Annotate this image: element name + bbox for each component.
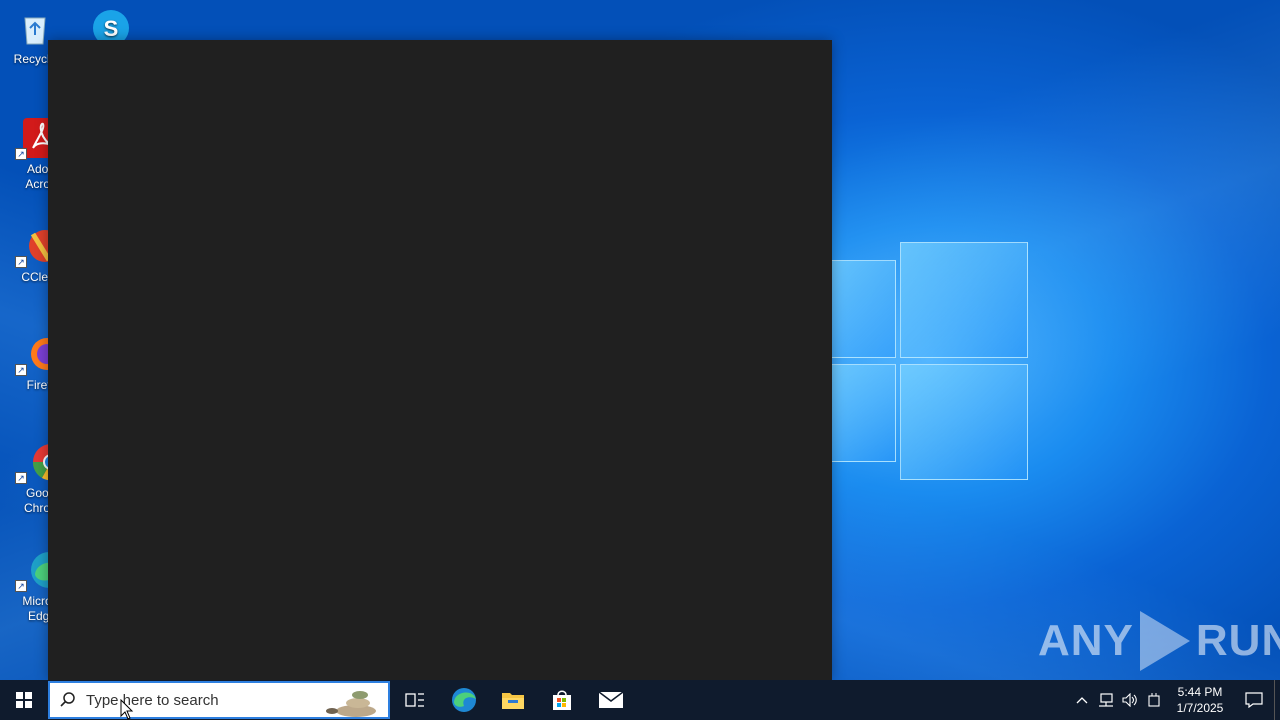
search-icon (50, 691, 86, 709)
search-highlight-image (322, 685, 380, 717)
play-icon (1139, 611, 1190, 671)
windows-logo-wallpaper (830, 242, 1030, 480)
shortcut-arrow-icon: ↗ (15, 256, 27, 268)
notification-icon (1245, 692, 1263, 708)
volume-button[interactable] (1118, 680, 1142, 720)
store-icon (552, 690, 571, 710)
speaker-icon (1122, 693, 1137, 707)
show-hidden-icons-button[interactable] (1070, 680, 1094, 720)
input-method-icon (1148, 693, 1160, 707)
shortcut-arrow-icon: ↗ (15, 148, 27, 160)
show-desktop-button[interactable] (1274, 680, 1280, 720)
app-window[interactable] (48, 40, 832, 680)
taskbar-edge-button[interactable] (439, 680, 488, 720)
clock-date: 1/7/2025 (1176, 701, 1224, 715)
anyrun-watermark: ANY RUN (1038, 610, 1280, 672)
system-tray: 5:44 PM 1/7/2025 (1070, 680, 1280, 720)
mail-icon (598, 691, 623, 708)
start-button[interactable] (0, 680, 48, 720)
shortcut-arrow-icon: ↗ (15, 580, 27, 592)
watermark-text-right: RUN (1195, 616, 1280, 665)
clock-time: 5:44 PM (1177, 685, 1223, 699)
network-icon (1099, 693, 1113, 707)
taskbar-search-box[interactable] (48, 681, 390, 719)
windows-start-icon (16, 692, 32, 708)
task-view-button[interactable] (390, 680, 439, 720)
shortcut-arrow-icon: ↗ (15, 472, 27, 484)
search-input[interactable] (86, 691, 306, 709)
action-center-button[interactable] (1234, 680, 1274, 720)
input-indicator-button[interactable] (1142, 680, 1166, 720)
taskbar-store-button[interactable] (537, 680, 586, 720)
task-view-icon (404, 693, 424, 707)
network-button[interactable] (1094, 680, 1118, 720)
taskbar-mail-button[interactable] (586, 680, 635, 720)
watermark-text-left: ANY (1038, 616, 1134, 665)
chevron-up-icon (1076, 697, 1088, 704)
taskbar-file-explorer-button[interactable] (488, 680, 537, 720)
shortcut-arrow-icon: ↗ (15, 364, 27, 376)
taskbar-clock[interactable]: 5:44 PM 1/7/2025 (1166, 684, 1234, 716)
svg-text:S: S (104, 16, 119, 41)
edge-icon (451, 688, 476, 712)
taskbar: 5:44 PM 1/7/2025 (0, 680, 1280, 720)
mouse-cursor-icon (120, 698, 134, 720)
file-explorer-icon (501, 693, 524, 709)
